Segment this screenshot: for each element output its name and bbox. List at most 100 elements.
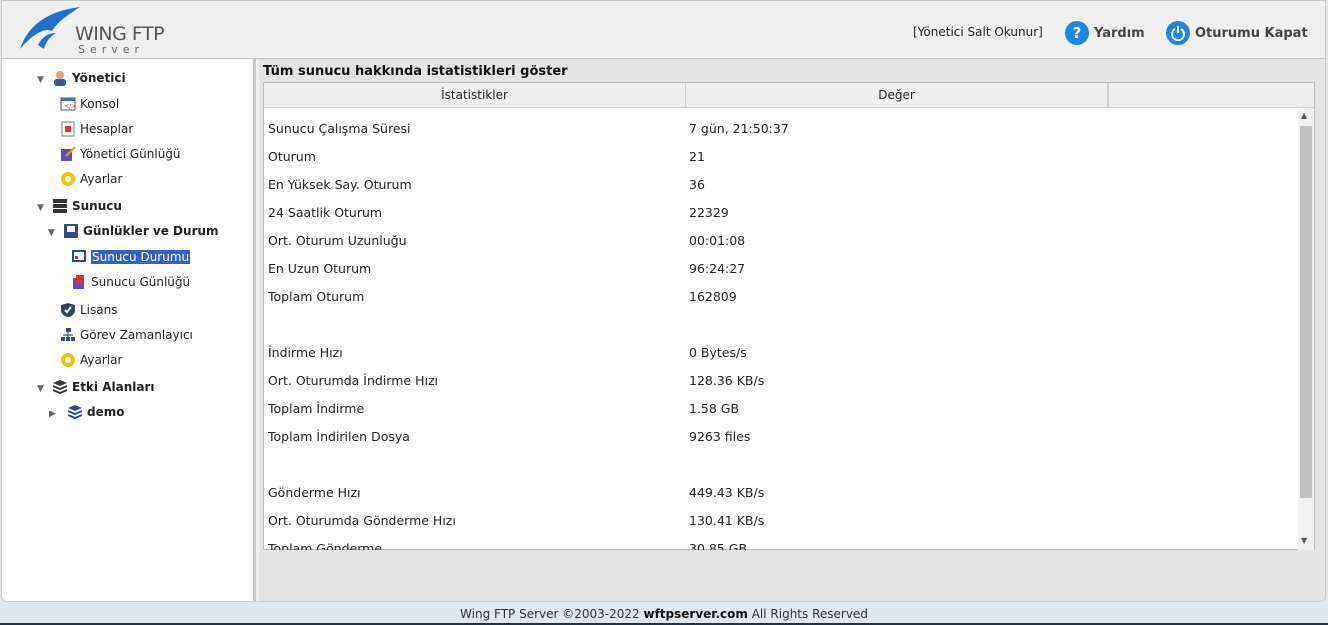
table-row[interactable]: Ort. Oturum Uzunluğu 00:01:08 (264, 227, 1297, 255)
brand-name: WING FTP (75, 23, 165, 45)
tree-item-server[interactable]: Sunucu (52, 198, 122, 214)
navigation-tree: ▼ Yönetici </> Konsol Hesaplar Yönetici … (2, 59, 256, 601)
tree-item-accounts[interactable]: Hesaplar (60, 121, 133, 137)
table-row[interactable]: En Uzun Oturum 96:24:27 (264, 255, 1297, 283)
stat-value: 21 (689, 149, 705, 164)
table-row[interactable]: Toplam Gönderme 30.85 GB (264, 535, 1297, 550)
server-log-icon (71, 274, 87, 290)
table-row[interactable]: Sunucu Çalışma Süresi 7 gün, 21:50:37 (264, 115, 1297, 143)
vertical-scrollbar[interactable]: ▲ ▼ (1298, 108, 1314, 550)
wing-ftp-logo: WING FTP Server (18, 5, 188, 57)
stat-label: Ort. Oturum Uzunluğu (268, 233, 407, 248)
stat-label: Ort. Oturumda İndirme Hızı (268, 373, 438, 388)
tree-item-task-scheduler[interactable]: Görev Zamanlayıcı (60, 327, 193, 343)
scrollbar-thumb[interactable] (1300, 126, 1312, 498)
stat-value: 0 Bytes/s (689, 345, 747, 360)
footer: Wing FTP Server ©2003-2022 wftpserver.co… (460, 607, 868, 621)
stat-value: 1.58 GB (689, 401, 740, 416)
stat-label: Sunucu Çalışma Süresi (268, 121, 411, 136)
logout-label: Oturumu Kapat (1195, 25, 1308, 41)
grid-body: Sunucu Çalışma Süresi 7 gün, 21:50:37 Otur… (264, 108, 1297, 550)
stats-grid: İstatistikler Değer Sunucu Çalışma Süres… (263, 82, 1315, 550)
app-frame: WING FTP Server [Yönetici Salt Okunur] ?… (1, 0, 1326, 602)
table-row[interactable]: 24 Saatlik Oturum 22329 (264, 199, 1297, 227)
console-icon: </> (60, 96, 76, 112)
expand-arrow-icon[interactable]: ▼ (48, 228, 55, 238)
power-icon (1166, 21, 1190, 45)
stat-label: Toplam İndirme (268, 401, 365, 416)
log-icon (60, 146, 76, 162)
shield-icon (60, 302, 76, 318)
tree-item-server-status[interactable]: Sunucu Durumu (71, 249, 191, 265)
stat-value: 36 (689, 177, 705, 192)
table-row[interactable]: Toplam Oturum 162809 (264, 283, 1297, 311)
scroll-up-icon[interactable]: ▲ (1301, 111, 1307, 120)
tree-item-server-settings[interactable]: Ayarlar (60, 352, 122, 368)
stat-value: 449.43 KB/s (689, 485, 765, 500)
stat-label: Ort. Oturumda Gönderme Hızı (268, 513, 456, 528)
tree-item-server-log[interactable]: Sunucu Günlüğü (71, 274, 190, 290)
column-header-value[interactable]: Değer (686, 83, 1108, 107)
table-row[interactable]: Oturum 21 (264, 143, 1297, 171)
column-header-stat[interactable]: İstatistikler (264, 83, 686, 107)
tree-item-admin-settings[interactable]: Ayarlar (60, 171, 122, 187)
tree-item-admin-log[interactable]: Yönetici Günlüğü (60, 146, 181, 162)
stat-label: Toplam Oturum (268, 289, 365, 304)
role-label: [Yönetici Salt Okunur] (913, 25, 1043, 39)
tree-item-domains[interactable]: Etki Alanları (52, 379, 155, 395)
stat-label: Toplam Gönderme (268, 541, 383, 550)
accounts-icon (60, 121, 76, 137)
expand-arrow-icon[interactable]: ▼ (37, 75, 44, 85)
stat-label: Gönderme Hızı (268, 485, 361, 500)
main-panel: Tüm sunucu hakkında istatistikleri göste… (259, 59, 1325, 601)
help-button[interactable]: ? Yardım (1065, 20, 1145, 46)
server-icon (52, 198, 68, 214)
scroll-down-icon[interactable]: ▼ (1301, 536, 1307, 545)
tree-item-logs-status[interactable]: Günlükler ve Durum (63, 223, 219, 239)
stat-value: 130.41 KB/s (689, 513, 765, 528)
table-row[interactable] (264, 451, 1297, 479)
settings-gear-icon (60, 171, 76, 187)
grid-header: İstatistikler Değer (264, 83, 1314, 108)
server-status-icon (71, 249, 87, 265)
stat-value: 162809 (689, 289, 737, 304)
stat-label: 24 Saatlik Oturum (268, 205, 383, 220)
admin-user-icon (52, 70, 68, 86)
stat-value: 30.85 GB (689, 541, 748, 550)
brand-sub: Server (78, 43, 145, 56)
table-row[interactable]: Ort. Oturumda Gönderme Hızı 130.41 KB/s (264, 507, 1297, 535)
header-bar: WING FTP Server [Yönetici Salt Okunur] ?… (2, 1, 1325, 59)
table-row[interactable] (264, 311, 1297, 339)
help-icon: ? (1065, 21, 1089, 45)
tree-item-console[interactable]: </> Konsol (60, 96, 119, 112)
stat-value: 9263 files (689, 429, 751, 444)
collapse-arrow-icon[interactable]: ▶ (49, 409, 56, 419)
tree-item-license[interactable]: Lisans (60, 302, 117, 318)
page-title: Tüm sunucu hakkında istatistikleri göste… (263, 64, 568, 79)
help-label: Yardım (1094, 25, 1145, 41)
footer-link[interactable]: wftpserver.com (643, 607, 747, 621)
table-row[interactable]: Toplam İndirilen Dosya 9263 files (264, 423, 1297, 451)
domains-stack-icon (52, 379, 68, 395)
stat-value: 96:24:27 (689, 261, 746, 276)
svg-text:</>: </> (64, 103, 76, 110)
tree-item-demo[interactable]: demo (67, 404, 124, 420)
stat-label: En Yüksek Say. Oturum (268, 177, 412, 192)
stat-value: 22329 (689, 205, 729, 220)
tree-item-admin[interactable]: Yönetici (52, 70, 126, 86)
table-row[interactable]: Gönderme Hızı 449.43 KB/s (264, 479, 1297, 507)
expand-arrow-icon[interactable]: ▼ (37, 203, 44, 213)
table-row[interactable]: İndirme Hızı 0 Bytes/s (264, 339, 1297, 367)
stat-label: Toplam İndirilen Dosya (268, 429, 410, 444)
stat-label: İndirme Hızı (268, 345, 343, 360)
expand-arrow-icon[interactable]: ▼ (37, 384, 44, 394)
stat-value: 00:01:08 (689, 233, 746, 248)
table-row[interactable]: Toplam İndirme 1.58 GB (264, 395, 1297, 423)
stat-label: En Uzun Oturum (268, 261, 372, 276)
table-row[interactable]: En Yüksek Say. Oturum 36 (264, 171, 1297, 199)
domain-icon (67, 404, 83, 420)
stat-label: Oturum (268, 149, 316, 164)
table-row[interactable]: Ort. Oturumda İndirme Hızı 128.36 KB/s (264, 367, 1297, 395)
logout-button[interactable]: Oturumu Kapat (1166, 20, 1308, 46)
stat-value: 7 gün, 21:50:37 (689, 121, 789, 136)
